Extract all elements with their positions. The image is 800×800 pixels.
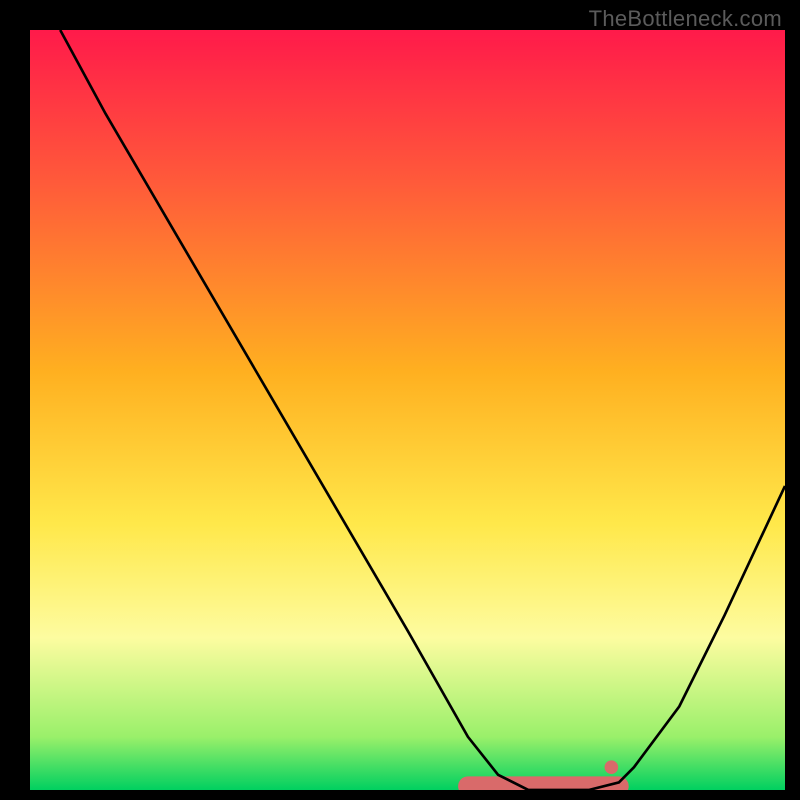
watermark-text: TheBottleneck.com (589, 6, 782, 32)
bottleneck-chart (30, 30, 785, 790)
plot-background (30, 30, 785, 790)
marker-dot (605, 760, 619, 774)
